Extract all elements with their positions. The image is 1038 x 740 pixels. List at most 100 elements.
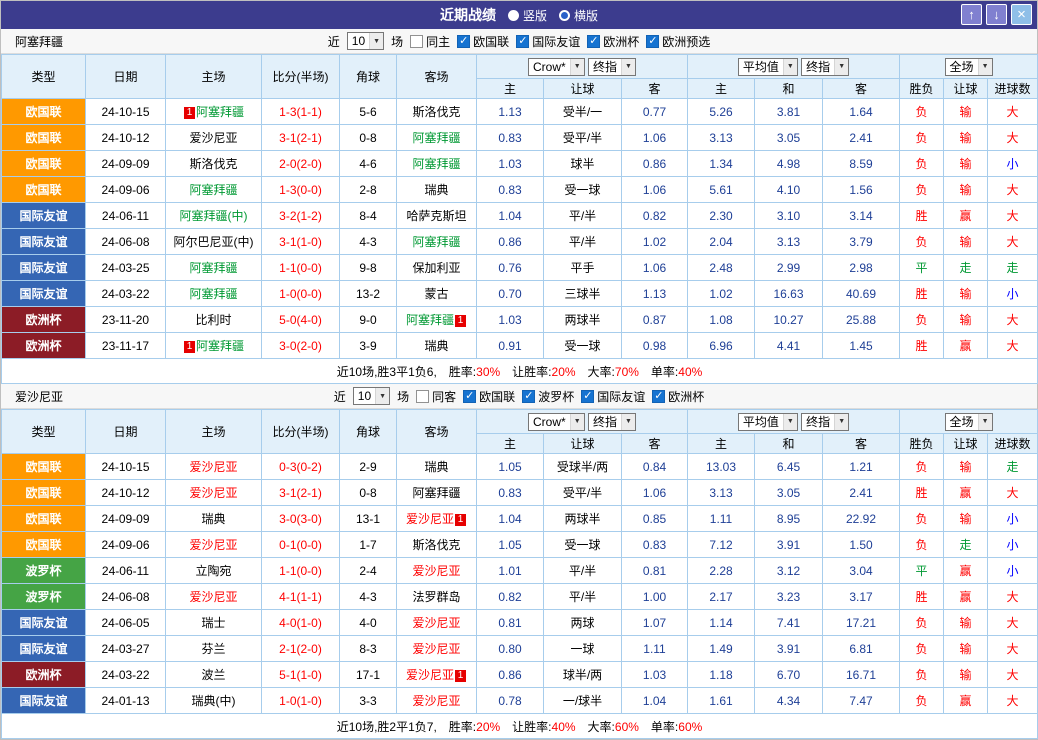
sub-header-home-odds: 主: [477, 79, 544, 99]
sub-header-handicap-result: 让球: [944, 434, 988, 454]
result-outcome: 负: [900, 610, 944, 636]
bookmaker-select[interactable]: Crow*▼: [528, 58, 585, 76]
match-date: 24-06-05: [86, 610, 166, 636]
result-goals: 大: [988, 333, 1038, 359]
filters-bar: 近 10 ▼ 场 同客 欧国联波罗杯国际友谊欧洲杯: [334, 387, 704, 405]
result-outcome: 平: [900, 558, 944, 584]
layout-radio-horizontal[interactable]: 横版: [559, 7, 598, 24]
layout-radio-vertical[interactable]: 竖版: [508, 7, 547, 24]
match-score: 4-1(1-1): [262, 584, 340, 610]
checkbox-icon[interactable]: [463, 390, 476, 403]
handicap-odds-home: 0.83: [477, 177, 544, 203]
match-count-select[interactable]: 10 ▼: [347, 32, 384, 50]
home-team-cell: 爱沙尼亚: [166, 532, 262, 558]
match-row: 欧国联24-09-06爱沙尼亚0-1(0-0)1-7斯洛伐克1.05受一球0.8…: [2, 532, 1038, 558]
match-date: 24-06-11: [86, 203, 166, 229]
scope-select[interactable]: 全场▼: [945, 413, 993, 431]
league-filter-国际友谊[interactable]: 国际友谊: [581, 388, 645, 405]
match-date: 24-10-15: [86, 454, 166, 480]
match-score: 1-3(1-1): [262, 99, 340, 125]
result-handicap: 输: [944, 636, 988, 662]
checkbox-icon[interactable]: [522, 390, 535, 403]
summary-stat-value: 20%: [476, 720, 500, 734]
avg-odds-home: 6.96: [688, 333, 755, 359]
match-score: 3-2(1-2): [262, 203, 340, 229]
avg-odds-home: 1.34: [688, 151, 755, 177]
match-date: 24-06-11: [86, 558, 166, 584]
checkbox-icon[interactable]: [516, 35, 529, 48]
league-filter-label: 国际友谊: [532, 33, 580, 50]
average-select-value: 平均值: [743, 58, 779, 75]
home-team-cell: 阿尔巴尼亚(中): [166, 229, 262, 255]
league-filter-欧洲杯[interactable]: 欧洲杯: [652, 388, 704, 405]
sub-header-home-odds: 主: [477, 434, 544, 454]
checkbox-icon[interactable]: [581, 390, 594, 403]
league-filter-国际友谊[interactable]: 国际友谊: [516, 33, 580, 50]
handicap-line: 受平/半: [544, 125, 622, 151]
scroll-down-button[interactable]: ↓: [986, 4, 1007, 25]
avg-odds-draw: 4.34: [755, 688, 823, 714]
competition-badge: 欧洲杯: [2, 333, 86, 359]
checkbox-icon[interactable]: [652, 390, 665, 403]
odds-stage-select[interactable]: 终指▼: [588, 413, 636, 431]
handicap-odds-away: 1.02: [622, 229, 688, 255]
checkbox-icon[interactable]: [457, 35, 470, 48]
scroll-up-button[interactable]: ↑: [961, 4, 982, 25]
checkbox-icon[interactable]: [646, 35, 659, 48]
match-score: 1-3(0-0): [262, 177, 340, 203]
league-filter-欧洲预选[interactable]: 欧洲预选: [646, 33, 710, 50]
league-filter-欧国联[interactable]: 欧国联: [457, 33, 509, 50]
home-team-cell: 立陶宛: [166, 558, 262, 584]
match-row: 欧国联24-10-12爱沙尼亚3-1(2-1)0-8阿塞拜疆0.83受平/半1.…: [2, 125, 1038, 151]
summary-record: 近10场,胜2平1负7,: [337, 720, 437, 734]
scope-select[interactable]: 全场▼: [945, 58, 993, 76]
handicap-line: 球半/两: [544, 662, 622, 688]
match-date: 23-11-20: [86, 307, 166, 333]
match-count-select[interactable]: 10 ▼: [353, 387, 390, 405]
avg-odds-draw: 7.41: [755, 610, 823, 636]
team-name: 阿尔巴尼亚(中): [174, 235, 254, 249]
avg-odds-away: 8.59: [823, 151, 900, 177]
result-handicap: 赢: [944, 480, 988, 506]
same-venue-filter[interactable]: 同客: [416, 388, 456, 405]
chevron-down-icon: ▼: [978, 59, 992, 75]
summary-stat-label: 胜率:: [449, 365, 476, 379]
checkbox-icon[interactable]: [410, 35, 423, 48]
league-filter-欧洲杯[interactable]: 欧洲杯: [587, 33, 639, 50]
odds-stage-select[interactable]: 终指▼: [588, 58, 636, 76]
chevron-down-icon: ▼: [570, 59, 584, 75]
result-goals: 大: [988, 203, 1038, 229]
match-row: 欧国联24-09-09瑞典3-0(3-0)13-1爱沙尼亚11.04两球半0.8…: [2, 506, 1038, 532]
league-filter-欧国联[interactable]: 欧国联: [463, 388, 515, 405]
handicap-line: 受一球: [544, 333, 622, 359]
table-header-row: 类型 日期 主场 比分(半场) 角球 客场 Crow*▼ 终指▼ 平均值▼ 终指…: [2, 55, 1038, 79]
average-stage-select[interactable]: 终指▼: [801, 58, 849, 76]
competition-badge: 波罗杯: [2, 584, 86, 610]
average-select[interactable]: 平均值▼: [738, 58, 798, 76]
same-venue-filter[interactable]: 同主: [410, 33, 450, 50]
summary-stat-value: 20%: [552, 365, 576, 379]
close-button[interactable]: ×: [1011, 4, 1032, 25]
arrow-down-icon: ↓: [993, 7, 1000, 22]
match-score: 3-0(3-0): [262, 506, 340, 532]
bookmaker-select[interactable]: Crow*▼: [528, 413, 585, 431]
league-filter-label: 欧国联: [473, 33, 509, 50]
league-filter-波罗杯[interactable]: 波罗杯: [522, 388, 574, 405]
handicap-odds-group-header: Crow*▼ 终指▼: [477, 410, 688, 434]
radio-icon[interactable]: [559, 10, 570, 21]
away-team-cell: 阿塞拜疆: [397, 480, 477, 506]
result-outcome: 负: [900, 177, 944, 203]
corner-score: 13-1: [340, 506, 397, 532]
odds-stage-value: 终指: [593, 413, 617, 430]
checkbox-icon[interactable]: [587, 35, 600, 48]
result-outcome: 负: [900, 99, 944, 125]
radio-icon[interactable]: [508, 10, 519, 21]
average-select[interactable]: 平均值▼: [738, 413, 798, 431]
away-team-cell: 斯洛伐克: [397, 532, 477, 558]
chevron-down-icon: ▼: [834, 414, 848, 430]
league-filters: 欧国联 国际友谊欧洲杯欧洲预选: [457, 33, 710, 50]
avg-odds-draw: 3.05: [755, 125, 823, 151]
handicap-odds-home: 0.76: [477, 255, 544, 281]
average-stage-select[interactable]: 终指▼: [801, 413, 849, 431]
checkbox-icon[interactable]: [416, 390, 429, 403]
